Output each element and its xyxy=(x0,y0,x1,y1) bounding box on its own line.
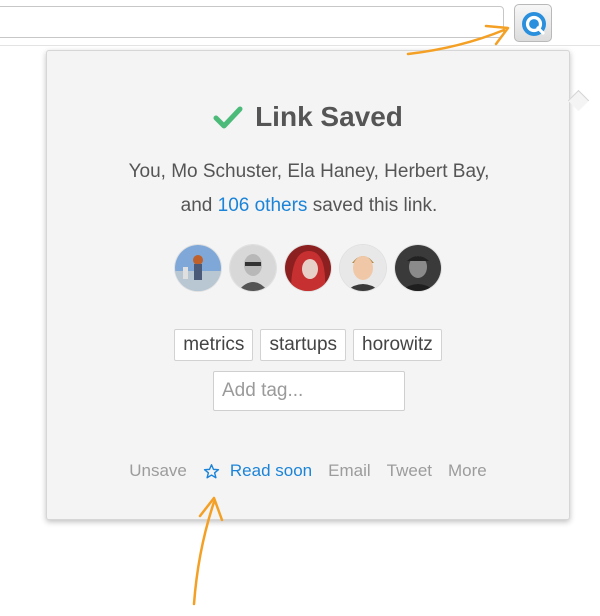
read-soon-label: Read soon xyxy=(229,461,313,480)
extension-logo-icon xyxy=(522,12,546,36)
email-button[interactable]: Email xyxy=(328,461,371,481)
action-bar: Unsave Read soon Email Tweet More xyxy=(47,461,569,481)
add-tag-input[interactable] xyxy=(213,371,405,411)
avatar[interactable] xyxy=(395,245,441,291)
saved-by-text: You, Mo Schuster, Ela Haney, Herbert Bay… xyxy=(117,155,501,223)
avatar[interactable] xyxy=(230,245,276,291)
popup-caret xyxy=(567,89,590,112)
avatar[interactable] xyxy=(285,245,331,291)
popup-title-row: Link Saved xyxy=(47,101,569,133)
checkmark-icon xyxy=(213,106,243,129)
saved-by-suffix: saved this link. xyxy=(307,195,438,216)
screen: Link Saved You, Mo Schuster, Ela Haney, … xyxy=(0,0,600,616)
tag-list: metrics startups horowitz xyxy=(47,329,569,361)
tag-chip[interactable]: metrics xyxy=(174,329,254,361)
star-icon xyxy=(203,463,220,478)
others-link[interactable]: 106 others xyxy=(218,195,308,216)
unsave-button[interactable]: Unsave xyxy=(129,461,187,481)
more-button[interactable]: More xyxy=(448,461,487,481)
avatar[interactable] xyxy=(175,245,221,291)
avatar[interactable] xyxy=(340,245,386,291)
tag-chip[interactable]: startups xyxy=(260,329,347,361)
tweet-button[interactable]: Tweet xyxy=(387,461,432,481)
read-soon-button[interactable]: Read soon xyxy=(203,461,312,481)
annotation-arrow-top xyxy=(406,24,510,56)
link-saved-popup: Link Saved You, Mo Schuster, Ela Haney, … xyxy=(46,50,590,520)
popup-title: Link Saved xyxy=(255,101,403,132)
annotation-arrow-bottom xyxy=(192,496,224,606)
avatar-list xyxy=(47,245,569,291)
tag-chip[interactable]: horowitz xyxy=(353,329,442,361)
